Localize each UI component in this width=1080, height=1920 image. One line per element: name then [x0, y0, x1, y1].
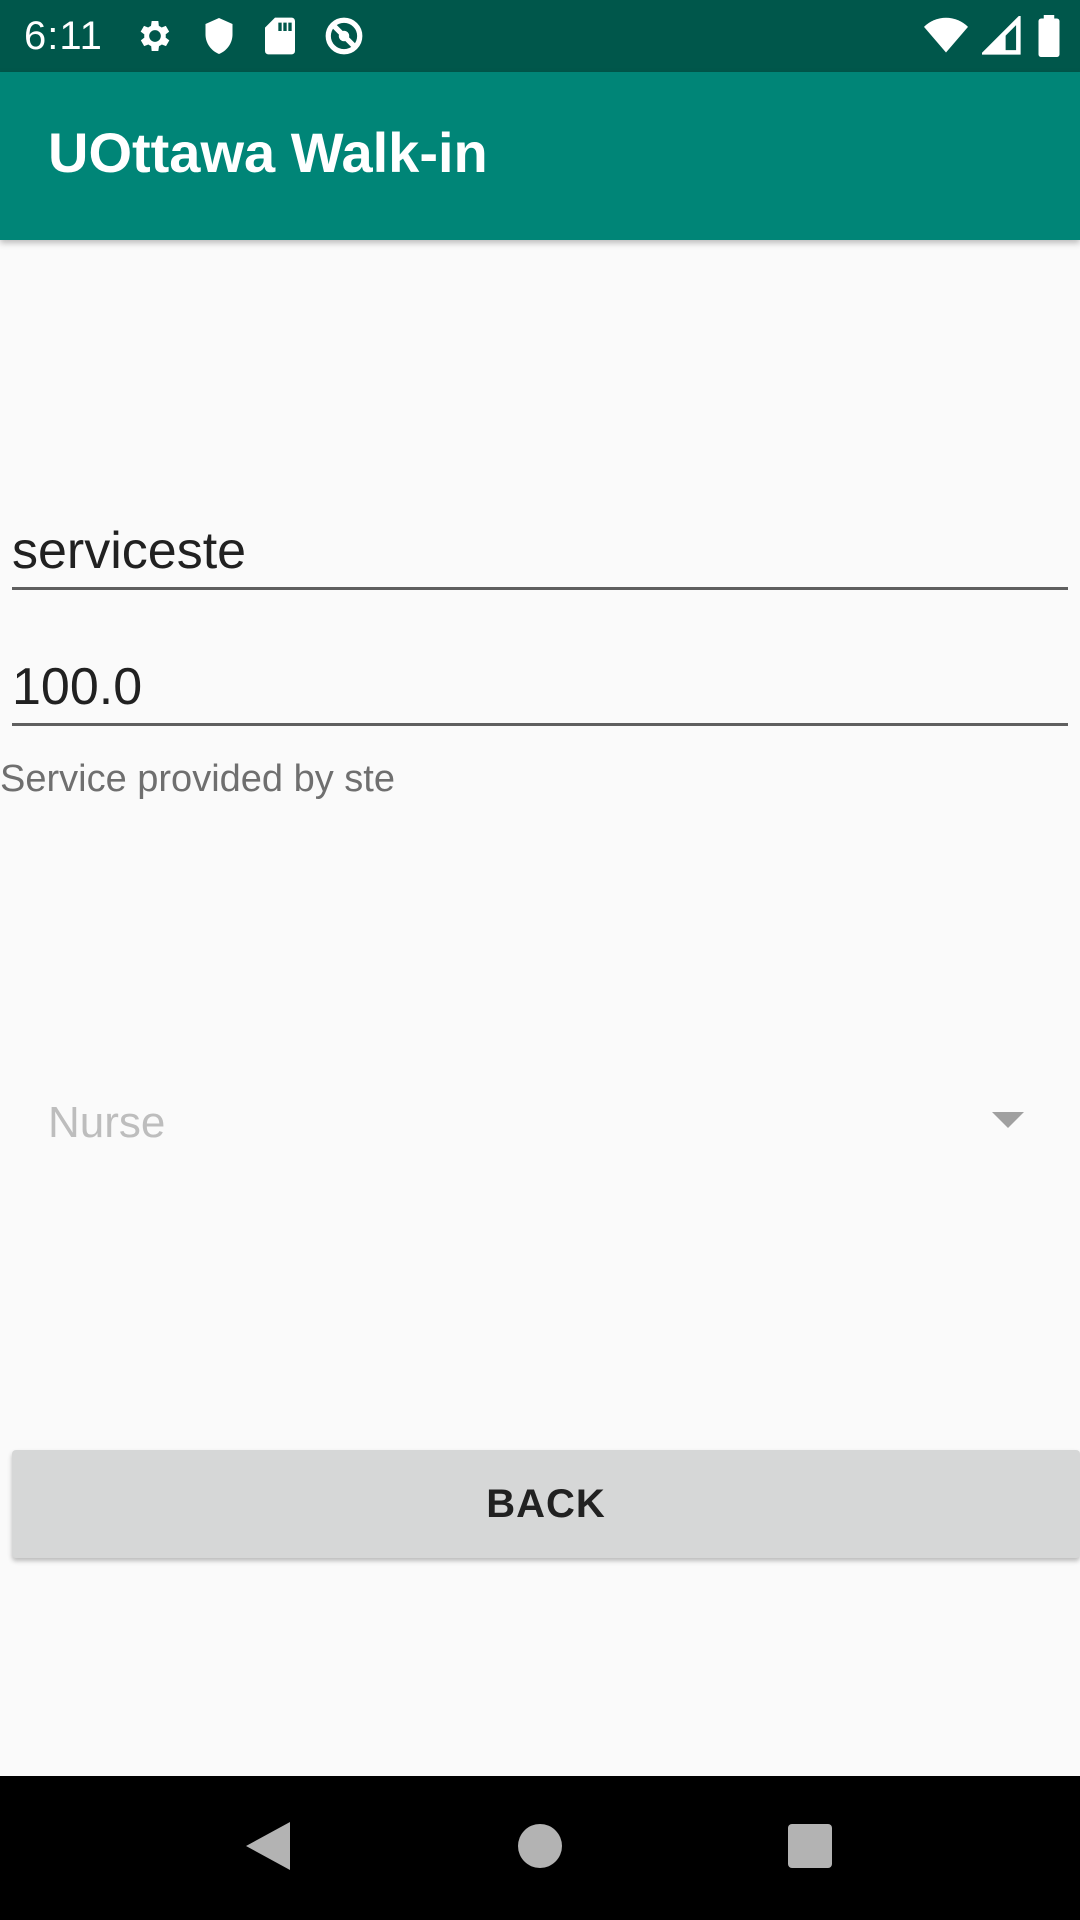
nav-home-button[interactable] — [460, 1776, 620, 1920]
wifi-icon — [924, 16, 968, 56]
role-spinner[interactable]: Nurse — [0, 1080, 1080, 1164]
nav-back-button[interactable] — [188, 1776, 348, 1920]
status-bar: 6:11 — [0, 0, 1080, 72]
back-button[interactable]: BACK — [12, 1450, 1080, 1558]
recents-icon — [787, 1823, 833, 1874]
gear-icon — [135, 16, 175, 56]
sd-card-icon — [263, 16, 297, 56]
navigation-bar — [0, 1776, 1080, 1920]
status-icons-left — [135, 15, 365, 57]
app-title: UOttawa Walk-in — [48, 121, 488, 184]
cellular-signal-icon — [982, 16, 1022, 56]
role-spinner-value: Nurse — [48, 1098, 166, 1147]
status-time: 6:11 — [24, 13, 103, 58]
service-name-field[interactable]: serviceste — [12, 510, 1068, 590]
battery-icon — [1036, 15, 1062, 57]
nav-recents-button[interactable] — [730, 1776, 890, 1920]
provider-text: Service provided by ste — [0, 758, 395, 800]
data-saver-icon — [323, 15, 365, 57]
rate-field[interactable]: 100.0 — [12, 646, 1068, 726]
shield-icon — [201, 16, 237, 56]
dropdown-arrow-icon — [992, 1112, 1024, 1135]
app-bar: UOttawa Walk-in — [0, 72, 1080, 240]
status-icons-right — [924, 0, 1062, 72]
back-icon — [244, 1820, 292, 1877]
home-icon — [517, 1823, 563, 1874]
